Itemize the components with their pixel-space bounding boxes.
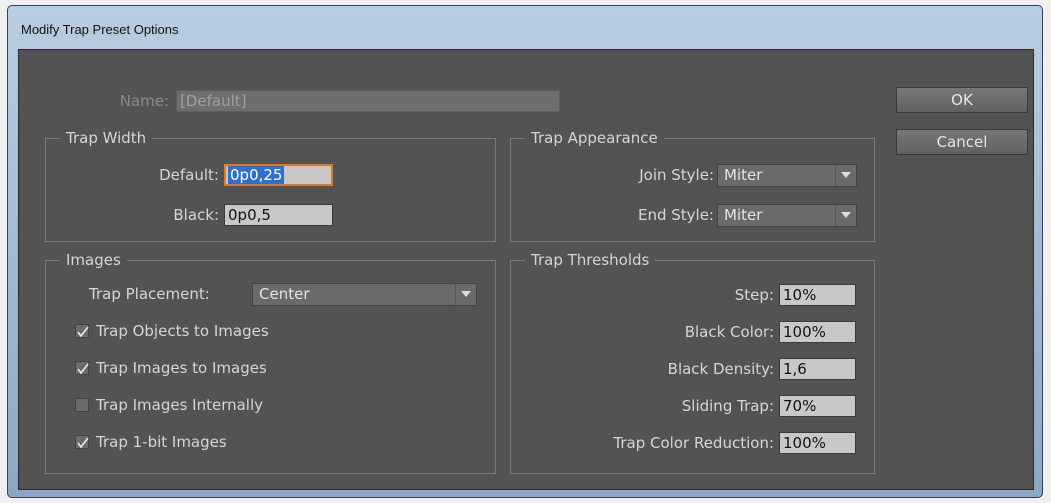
trap-placement-value: Center <box>259 285 310 303</box>
trap-width-default-value: 0p0,25 <box>228 166 285 184</box>
trap-1-bit-images-checkbox[interactable] <box>75 435 89 449</box>
join-style-value: Miter <box>724 166 763 184</box>
trap-images-to-images-checkbox[interactable] <box>75 361 89 375</box>
dialog-body: Name: [Default] OK Cancel Trap Width Def… <box>18 49 1034 490</box>
trap-images-internally-label: Trap Images Internally <box>96 396 264 414</box>
trap-1-bit-images-label: Trap 1-bit Images <box>96 433 227 451</box>
name-label: Name: <box>119 92 169 110</box>
black-color-field[interactable]: 100% <box>779 321 856 343</box>
trap-objects-to-images-checkbox[interactable] <box>75 324 89 338</box>
name-field[interactable]: [Default] <box>176 90 560 112</box>
chevron-down-icon <box>455 284 476 305</box>
checkmark-icon <box>77 437 89 449</box>
sliding-trap-label: Sliding Trap: <box>681 397 774 415</box>
end-style-dropdown[interactable]: Miter <box>717 204 857 227</box>
join-style-label: Join Style: <box>639 166 714 184</box>
end-style-value: Miter <box>724 206 763 224</box>
trap-thresholds-title: Trap Thresholds <box>525 250 656 270</box>
trap-objects-to-images-label: Trap Objects to Images <box>96 322 269 340</box>
ok-button[interactable]: OK <box>896 87 1028 113</box>
step-label: Step: <box>734 286 774 304</box>
window-title: Modify Trap Preset Options <box>21 22 179 37</box>
trap-width-default-label: Default: <box>159 166 219 184</box>
trap-width-black-label: Black: <box>173 206 219 224</box>
trap-width-title: Trap Width <box>60 128 153 148</box>
checkmark-icon <box>77 326 89 338</box>
join-style-dropdown[interactable]: Miter <box>717 164 857 187</box>
black-color-label: Black Color: <box>684 323 774 341</box>
chevron-down-icon <box>835 165 856 186</box>
end-style-label: End Style: <box>637 206 714 224</box>
trap-appearance-title: Trap Appearance <box>525 128 664 148</box>
cancel-button[interactable]: Cancel <box>896 129 1028 155</box>
trap-width-default-field[interactable]: 0p0,25 <box>224 164 333 186</box>
trap-width-black-field[interactable]: 0p0,5 <box>224 204 333 226</box>
trap-images-to-images-label: Trap Images to Images <box>96 359 267 377</box>
black-density-label: Black Density: <box>667 360 774 378</box>
trap-placement-dropdown[interactable]: Center <box>252 283 477 306</box>
trap-placement-label: Trap Placement: <box>89 285 210 303</box>
dialog-window: Modify Trap Preset Options Name: [Defaul… <box>7 5 1043 498</box>
black-density-field[interactable]: 1,6 <box>779 358 856 380</box>
trap-color-reduction-field[interactable]: 100% <box>779 432 856 454</box>
images-title: Images <box>60 250 127 270</box>
trap-width-group: Trap Width <box>45 128 496 242</box>
trap-color-reduction-label: Trap Color Reduction: <box>613 434 774 452</box>
sliding-trap-field[interactable]: 70% <box>779 395 856 417</box>
checkmark-icon <box>77 363 89 375</box>
chevron-down-icon <box>835 205 856 226</box>
trap-images-internally-checkbox[interactable] <box>75 398 89 412</box>
title-bar[interactable]: Modify Trap Preset Options <box>8 6 1042 50</box>
step-field[interactable]: 10% <box>779 284 856 306</box>
